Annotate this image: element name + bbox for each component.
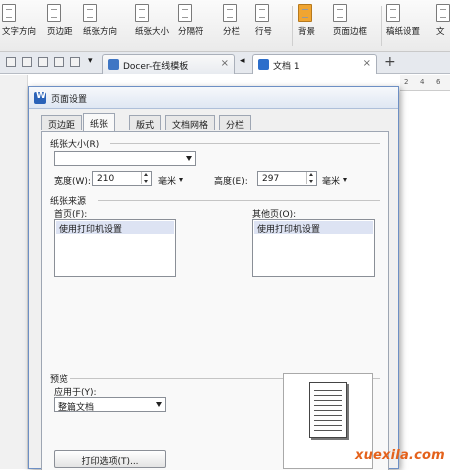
tab-columns[interactable]: 分栏 xyxy=(219,115,252,131)
text-direction-label: 文字方向 xyxy=(2,27,37,37)
page-border-icon xyxy=(333,4,347,22)
height-spinner[interactable]: 297 xyxy=(257,171,317,186)
vertical-ruler xyxy=(0,75,28,469)
chevron-down-icon xyxy=(156,402,162,407)
tab-document-grid[interactable]: 文档网格 xyxy=(165,115,216,131)
width-unit-select[interactable]: 毫米 xyxy=(158,174,176,187)
columns-button[interactable]: 分栏 xyxy=(223,4,240,37)
orientation-label: 纸张方向 xyxy=(83,27,118,37)
margins-icon xyxy=(47,4,61,22)
columns-label: 分栏 xyxy=(223,27,241,37)
width-label: 宽度(W): xyxy=(54,177,91,187)
preview-group-label: 预览 xyxy=(50,375,69,385)
chevron-down-icon[interactable] xyxy=(343,178,347,182)
apply-to-combo[interactable]: 整篇文档 xyxy=(54,397,166,413)
redo-icon[interactable] xyxy=(70,57,80,67)
page-border-label: 页面边框 xyxy=(333,27,368,37)
ribbon-toolbar: 文字方向 页边距 纸张方向 纸张大小 分隔符 分栏 行号 背景 页面边框 稿纸设… xyxy=(0,0,450,52)
horizontal-ruler: 2 4 6 xyxy=(400,75,450,91)
close-icon[interactable]: × xyxy=(221,58,229,69)
line-numbers-button[interactable]: 行号 xyxy=(255,4,272,37)
tab-margins[interactable]: 页边距 xyxy=(41,115,83,131)
ruler-tick: 6 xyxy=(436,78,441,86)
width-value: 210 xyxy=(97,174,115,184)
tab-document-label: 文档 1 xyxy=(273,62,300,72)
text-tools-icon xyxy=(436,4,450,22)
new-tab-button[interactable]: + xyxy=(384,54,396,70)
background-label: 背景 xyxy=(298,27,316,37)
spin-down-icon[interactable] xyxy=(141,178,150,184)
tab-scroll-left-icon[interactable]: ◂ xyxy=(240,56,245,66)
wps-writer-icon xyxy=(34,91,46,104)
docer-icon xyxy=(108,59,119,70)
apply-to-value: 整篇文档 xyxy=(58,403,95,413)
manuscript-button[interactable]: 稿纸设置 xyxy=(386,4,420,37)
line-numbers-label: 行号 xyxy=(255,27,273,37)
width-spinner[interactable]: 210 xyxy=(92,171,152,186)
page-preview-icon xyxy=(309,382,347,438)
breaks-label: 分隔符 xyxy=(178,27,204,37)
orientation-button[interactable]: 纸张方向 xyxy=(83,4,117,37)
spin-down-icon[interactable] xyxy=(306,178,315,184)
other-pages-selected-item[interactable]: 使用打印机设置 xyxy=(254,221,373,235)
orientation-icon xyxy=(83,4,97,22)
ruler-tick: 4 xyxy=(420,78,425,86)
background-button[interactable]: 背景 xyxy=(298,4,315,37)
tab-document-1[interactable]: 文档 1 × xyxy=(252,54,377,74)
first-page-selected-item[interactable]: 使用打印机设置 xyxy=(56,221,174,235)
paper-size-label: 纸张大小 xyxy=(135,27,170,37)
chevron-down-icon xyxy=(186,156,192,161)
columns-icon xyxy=(223,4,237,22)
height-value: 297 xyxy=(262,174,280,184)
tab-docer-templates[interactable]: Docer-在线模板 × xyxy=(102,54,235,74)
undo-icon[interactable] xyxy=(54,57,64,67)
paper-size-group-label: 纸张大小(R) xyxy=(50,140,100,150)
print-icon[interactable] xyxy=(22,57,32,67)
document-tab-bar: ▾ Docer-在线模板 × ◂ 文档 1 × xyxy=(0,52,450,74)
paper-size-icon xyxy=(135,4,149,22)
tab-paper[interactable]: 纸张 xyxy=(83,113,116,131)
close-icon[interactable]: × xyxy=(363,58,371,69)
paper-size-combo[interactable] xyxy=(54,151,196,166)
group-divider xyxy=(110,143,380,144)
height-label: 高度(E): xyxy=(214,177,248,187)
breaks-icon xyxy=(178,4,192,22)
other-pages-listbox[interactable]: 使用打印机设置 xyxy=(252,219,375,277)
site-watermark: xuexila.com xyxy=(355,448,445,463)
line-numbers-icon xyxy=(255,4,269,22)
ribbon-separator xyxy=(381,6,382,46)
dialog-title-bar[interactable]: 页面设置 xyxy=(29,87,398,109)
print-preview-icon[interactable] xyxy=(38,57,48,67)
print-options-button[interactable]: 打印选项(T)... xyxy=(54,450,166,468)
chevron-down-icon[interactable] xyxy=(179,178,183,182)
text-direction-icon xyxy=(2,4,16,22)
page-border-button[interactable]: 页面边框 xyxy=(333,4,367,37)
save-icon[interactable] xyxy=(6,57,16,67)
height-unit-select[interactable]: 毫米 xyxy=(322,174,340,187)
manuscript-label: 稿纸设置 xyxy=(386,27,421,37)
group-divider xyxy=(98,200,380,201)
first-page-listbox[interactable]: 使用打印机设置 xyxy=(54,219,176,277)
quick-access-dropdown-icon[interactable]: ▾ xyxy=(88,56,93,66)
text-direction-button[interactable]: 文字方向 xyxy=(2,4,36,37)
margins-label: 页边距 xyxy=(47,27,73,37)
margins-button[interactable]: 页边距 xyxy=(47,4,73,37)
dialog-title: 页面设置 xyxy=(51,95,88,105)
writer-document-icon xyxy=(258,59,269,70)
breaks-button[interactable]: 分隔符 xyxy=(178,4,204,37)
background-icon xyxy=(298,4,312,22)
ruler-tick: 2 xyxy=(404,78,409,86)
paper-source-group-label: 纸张来源 xyxy=(50,197,87,207)
tab-layout[interactable]: 版式 xyxy=(129,115,162,131)
text-tools-label: 文 xyxy=(436,27,445,37)
text-tools-button[interactable]: 文 xyxy=(436,4,450,37)
tab-docer-label: Docer-在线模板 xyxy=(123,62,189,72)
manuscript-icon xyxy=(386,4,400,22)
ribbon-separator xyxy=(292,6,293,46)
paper-size-button[interactable]: 纸张大小 xyxy=(135,4,169,37)
